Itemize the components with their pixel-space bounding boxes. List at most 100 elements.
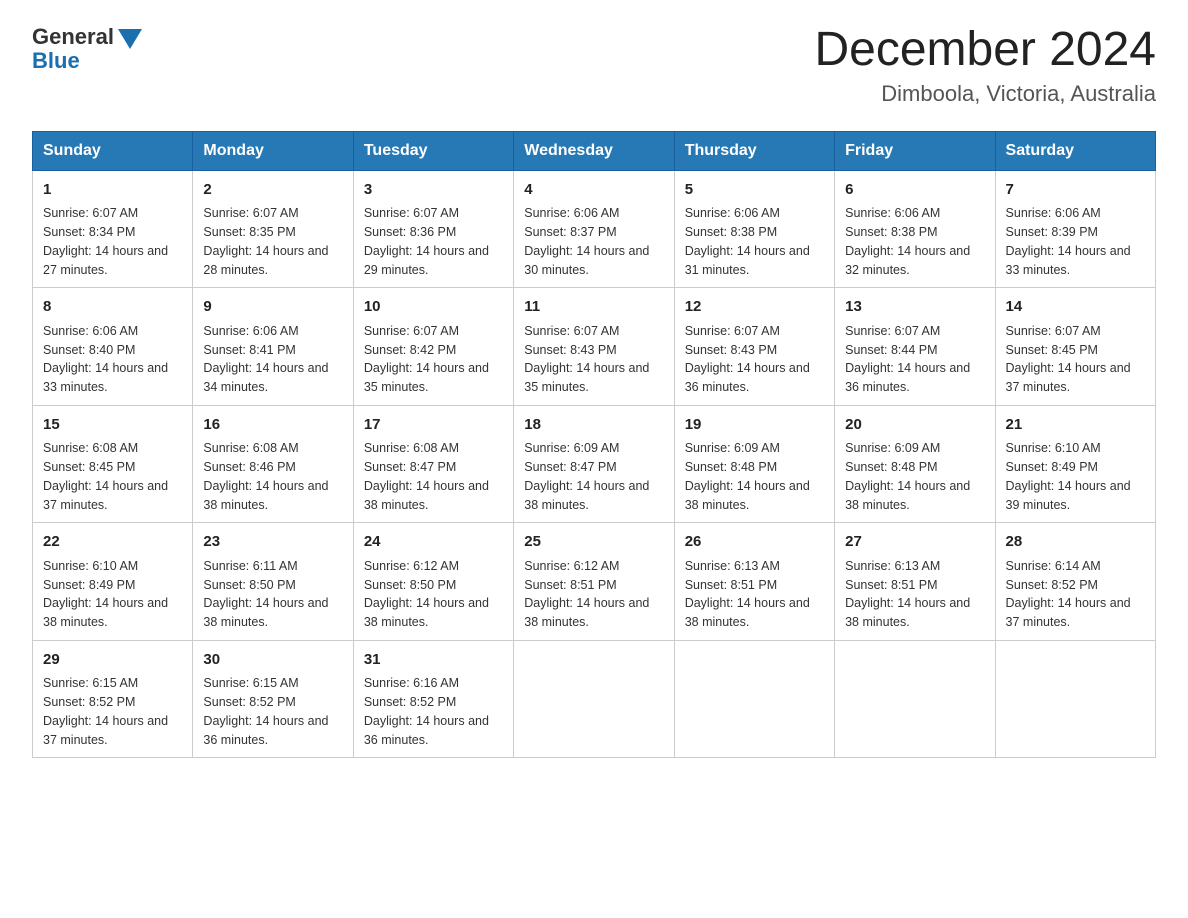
sunset-text: Sunset: 8:50 PM	[364, 578, 456, 592]
day-number: 22	[43, 531, 182, 554]
calendar-cell	[674, 640, 834, 758]
calendar-cell: 14Sunrise: 6:07 AMSunset: 8:45 PMDayligh…	[995, 288, 1155, 406]
calendar-cell: 1Sunrise: 6:07 AMSunset: 8:34 PMDaylight…	[33, 170, 193, 288]
logo-triangle-icon	[118, 29, 142, 49]
sunset-text: Sunset: 8:43 PM	[685, 343, 777, 357]
day-number: 5	[685, 179, 824, 202]
sunrise-text: Sunrise: 6:14 AM	[1006, 559, 1101, 573]
calendar-table: SundayMondayTuesdayWednesdayThursdayFrid…	[32, 131, 1156, 759]
day-number: 11	[524, 296, 663, 319]
daylight-text: Daylight: 14 hours and 28 minutes.	[203, 244, 328, 277]
calendar-cell: 16 Sunrise: 6:08 AM Sunset: 8:46 PM Dayligh…	[193, 405, 353, 523]
sunrise-text: Sunrise: 6:06 AM	[1006, 206, 1101, 220]
sunset-text: Sunset: 8:48 PM	[845, 460, 937, 474]
sunrise-text: Sunrise: 6:10 AM	[1006, 441, 1101, 455]
calendar-cell: 27Sunrise: 6:13 AMSunset: 8:51 PMDayligh…	[835, 523, 995, 641]
sunset-text: Sunset: 8:39 PM	[1006, 225, 1098, 239]
sunrise-text: Sunrise: 6:09 AM	[845, 441, 940, 455]
sunrise-text: Sunrise: 6:11 AM	[203, 559, 297, 573]
sunset-text: Sunset: 8:51 PM	[524, 578, 616, 592]
day-number: 31	[364, 649, 503, 672]
calendar-cell: 3 Sunrise: 6:07 AM Sunset: 8:36 PM Daylight…	[353, 170, 513, 288]
sunset-text: Sunset: 8:52 PM	[1006, 578, 1098, 592]
logo-top: General	[32, 24, 142, 50]
sunset-text: Sunset: 8:52 PM	[203, 695, 295, 709]
day-number: 15	[43, 414, 182, 437]
sunset-text: Sunset: 8:49 PM	[1006, 460, 1098, 474]
sunrise-text: Sunrise: 6:07 AM	[685, 324, 780, 338]
day-number: 12	[685, 296, 824, 319]
day-number: 21	[1006, 414, 1145, 437]
sunset-text: Sunset: 8:52 PM	[43, 695, 135, 709]
sunrise-text: Sunrise: 6:16 AM	[364, 676, 459, 690]
logo: General Blue	[32, 24, 142, 74]
daylight-text: Daylight: 14 hours and 36 minutes.	[685, 361, 810, 394]
calendar-cell	[835, 640, 995, 758]
calendar-cell: 8Sunrise: 6:06 AMSunset: 8:40 PMDaylight…	[33, 288, 193, 406]
sunset-text: Sunset: 8:47 PM	[364, 460, 456, 474]
sunset-text: Sunset: 8:49 PM	[43, 578, 135, 592]
daylight-text: Daylight: 14 hours and 38 minutes.	[524, 596, 649, 629]
daylight-text: Daylight: 14 hours and 37 minutes.	[43, 479, 168, 512]
page-header: General Blue December 2024 Dimboola, Vic…	[32, 24, 1156, 107]
daylight-text: Daylight: 14 hours and 29 minutes.	[364, 244, 489, 277]
sunrise-text: Sunrise: 6:09 AM	[685, 441, 780, 455]
daylight-text: Daylight: 14 hours and 38 minutes.	[524, 479, 649, 512]
sunset-text: Sunset: 8:46 PM	[203, 460, 295, 474]
day-number: 3	[364, 179, 503, 202]
sunset-text: Sunset: 8:47 PM	[524, 460, 616, 474]
sunset-text: Sunset: 8:36 PM	[364, 225, 456, 239]
day-number: 1	[43, 179, 182, 202]
sunrise-text: Sunrise: 6:12 AM	[364, 559, 459, 573]
sunset-text: Sunset: 8:48 PM	[685, 460, 777, 474]
sunset-text: Sunset: 8:34 PM	[43, 225, 135, 239]
calendar-header-sunday: Sunday	[33, 131, 193, 170]
day-number: 14	[1006, 296, 1145, 319]
daylight-text: Daylight: 14 hours and 35 minutes.	[524, 361, 649, 394]
calendar-cell: 20Sunrise: 6:09 AMSunset: 8:48 PMDayligh…	[835, 405, 995, 523]
calendar-header-monday: Monday	[193, 131, 353, 170]
day-number: 13	[845, 296, 984, 319]
daylight-text: Daylight: 14 hours and 38 minutes.	[364, 596, 489, 629]
daylight-text: Daylight: 14 hours and 38 minutes.	[203, 596, 328, 629]
logo-blue-text: Blue	[32, 48, 80, 74]
day-number: 9	[203, 296, 342, 319]
calendar-header-row: SundayMondayTuesdayWednesdayThursdayFrid…	[33, 131, 1156, 170]
day-number: 2	[203, 179, 342, 202]
location-title: Dimboola, Victoria, Australia	[814, 81, 1156, 107]
calendar-cell: 26Sunrise: 6:13 AMSunset: 8:51 PMDayligh…	[674, 523, 834, 641]
sunrise-text: Sunrise: 6:08 AM	[364, 441, 459, 455]
calendar-cell: 23Sunrise: 6:11 AMSunset: 8:50 PMDayligh…	[193, 523, 353, 641]
sunrise-text: Sunrise: 6:10 AM	[43, 559, 138, 573]
daylight-text: Daylight: 14 hours and 34 minutes.	[203, 361, 328, 394]
calendar-week-5: 29Sunrise: 6:15 AMSunset: 8:52 PMDayligh…	[33, 640, 1156, 758]
sunrise-text: Sunrise: 6:06 AM	[685, 206, 780, 220]
daylight-text: Daylight: 14 hours and 38 minutes.	[203, 479, 328, 512]
sunrise-text: Sunrise: 6:12 AM	[524, 559, 619, 573]
daylight-text: Daylight: 14 hours and 38 minutes.	[685, 479, 810, 512]
sunrise-text: Sunrise: 6:07 AM	[364, 206, 459, 220]
calendar-header-saturday: Saturday	[995, 131, 1155, 170]
sunrise-text: Sunrise: 6:08 AM	[43, 441, 138, 455]
calendar-cell: 17Sunrise: 6:08 AMSunset: 8:47 PMDayligh…	[353, 405, 513, 523]
sunrise-text: Sunrise: 6:07 AM	[203, 206, 298, 220]
calendar-week-2: 8Sunrise: 6:06 AMSunset: 8:40 PMDaylight…	[33, 288, 1156, 406]
calendar-week-3: 15Sunrise: 6:08 AMSunset: 8:45 PMDayligh…	[33, 405, 1156, 523]
day-number: 16	[203, 414, 342, 437]
day-number: 19	[685, 414, 824, 437]
daylight-text: Daylight: 14 hours and 33 minutes.	[1006, 244, 1131, 277]
sunrise-text: Sunrise: 6:06 AM	[845, 206, 940, 220]
calendar-cell: 31Sunrise: 6:16 AMSunset: 8:52 PMDayligh…	[353, 640, 513, 758]
sunrise-text: Sunrise: 6:08 AM	[203, 441, 298, 455]
sunset-text: Sunset: 8:51 PM	[845, 578, 937, 592]
day-number: 8	[43, 296, 182, 319]
month-title: December 2024	[814, 24, 1156, 77]
daylight-text: Daylight: 14 hours and 35 minutes.	[364, 361, 489, 394]
day-number: 24	[364, 531, 503, 554]
calendar-cell: 4Sunrise: 6:06 AMSunset: 8:37 PMDaylight…	[514, 170, 674, 288]
day-number: 28	[1006, 531, 1145, 554]
daylight-text: Daylight: 14 hours and 38 minutes.	[845, 479, 970, 512]
calendar-cell: 18Sunrise: 6:09 AMSunset: 8:47 PMDayligh…	[514, 405, 674, 523]
sunset-text: Sunset: 8:52 PM	[364, 695, 456, 709]
calendar-cell: 11Sunrise: 6:07 AMSunset: 8:43 PMDayligh…	[514, 288, 674, 406]
